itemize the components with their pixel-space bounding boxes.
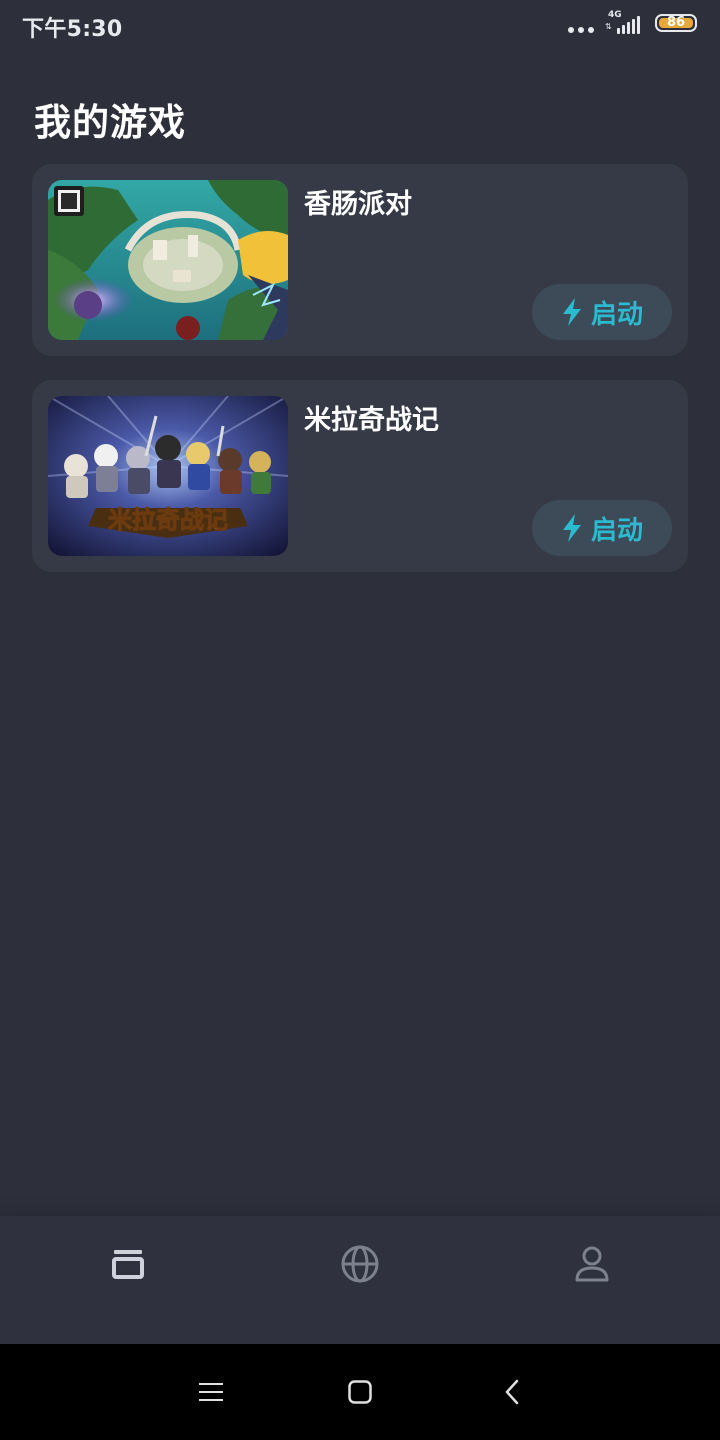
games-icon bbox=[112, 1250, 144, 1279]
back-icon bbox=[505, 1379, 519, 1405]
lightning-bolt-icon bbox=[562, 298, 581, 326]
nav-tab-explore[interactable] bbox=[330, 1234, 390, 1294]
cover-title-text: 米拉奇战记 bbox=[108, 506, 228, 534]
battery-level: 86 bbox=[666, 15, 686, 30]
launch-button[interactable]: 启动 bbox=[532, 284, 672, 340]
sausage-party-cover-image[interactable] bbox=[48, 180, 288, 340]
home-button[interactable] bbox=[340, 1372, 380, 1412]
game-title: 香肠派对 bbox=[304, 189, 412, 220]
lightning-bolt-icon bbox=[562, 514, 581, 542]
nav-tab-games[interactable] bbox=[98, 1234, 158, 1294]
cellular-signal-icon: 4G ⇅ bbox=[605, 10, 645, 34]
menu-icon bbox=[199, 1383, 223, 1401]
back-button[interactable] bbox=[492, 1372, 532, 1412]
system-navigation-bar bbox=[0, 1344, 720, 1440]
page-title: 我的游戏 bbox=[34, 101, 186, 144]
home-icon bbox=[348, 1380, 372, 1404]
status-bar: 下午5:30 4G ⇅ 86 bbox=[0, 0, 720, 50]
game-card[interactable]: 米拉奇战记 米拉奇战记 启动 bbox=[32, 380, 688, 572]
more-notifications-icon bbox=[568, 27, 594, 33]
bottom-navigation bbox=[0, 1216, 720, 1344]
status-time: 下午5:30 bbox=[22, 17, 123, 42]
network-type-label: 4G bbox=[608, 10, 622, 20]
miracle-war-cover-image[interactable]: 米拉奇战记 bbox=[48, 396, 288, 556]
game-card[interactable]: 香肠派对 启动 bbox=[32, 164, 688, 356]
recent-apps-button[interactable] bbox=[191, 1372, 231, 1412]
person-icon bbox=[575, 1246, 609, 1282]
launch-button[interactable]: 启动 bbox=[532, 500, 672, 556]
launch-label: 启动 bbox=[590, 515, 643, 546]
battery-icon: 86 bbox=[655, 14, 697, 32]
launch-label: 启动 bbox=[590, 299, 643, 330]
globe-icon bbox=[341, 1245, 379, 1283]
game-title: 米拉奇战记 bbox=[304, 405, 439, 436]
nav-tab-profile[interactable] bbox=[562, 1234, 622, 1294]
data-activity-icon: ⇅ bbox=[605, 22, 612, 31]
